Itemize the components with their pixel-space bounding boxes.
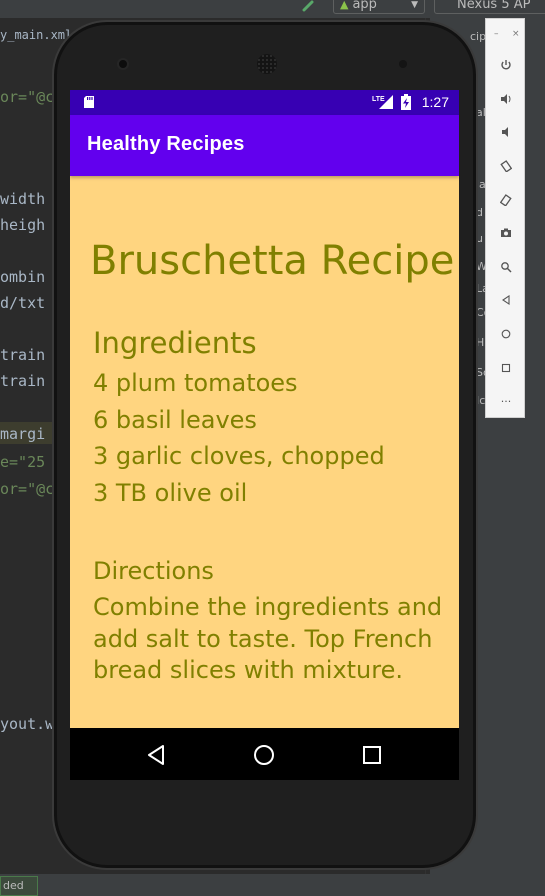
run-configuration-dropdown[interactable]: ▲ app ▼ [333,0,425,14]
android-icon: ▲ [340,0,349,11]
app-bar: Healthy Recipes [70,115,459,176]
device-label: Nexus 5 AP [457,0,531,12]
code-line: width [0,190,46,208]
zoom-button[interactable] [486,255,526,279]
rotate-right-button[interactable] [486,188,526,212]
status-bar: LTE 1:27 [70,90,459,115]
nav-back-icon[interactable] [144,742,170,768]
close-button[interactable]: × [512,29,520,39]
ingredients-heading: Ingredients [93,326,257,360]
volume-up-button[interactable] [486,87,526,111]
device-screen: LTE 1:27 Healthy Recipes Bruschetta Reci… [70,90,459,780]
battery-charging-icon [401,94,411,110]
volume-down-icon [502,127,508,137]
device-dropdown[interactable]: Nexus 5 AP [434,0,545,14]
recipe-title: Bruschetta Recipe [90,238,455,284]
svg-text:LTE: LTE [372,96,385,103]
back-icon [502,294,510,306]
ingredients-list: 4 plum tomatoes 6 basil leaves 3 garlic … [93,369,453,515]
rotate-right-icon [500,194,512,206]
volume-up-icon [501,94,511,104]
code-line: d/txt [0,294,46,312]
front-camera [117,58,129,70]
ingredient-item: 6 basil leaves [93,405,257,434]
ingredient-item: 3 TB olive oil [93,478,248,507]
directions-text: Combine the ingredients and add salt to … [93,593,443,684]
code-line: e="25 [0,453,46,471]
rotate-left-icon [500,160,512,172]
zoom-icon [501,262,512,273]
more-button[interactable]: ··· [486,389,526,413]
lte-signal-icon: LTE [372,95,393,109]
overview-button[interactable] [486,356,526,380]
code-line: margi [0,425,46,443]
back-button[interactable] [486,288,526,312]
ingredient-item: 4 plum tomatoes [93,369,298,397]
home-button[interactable] [486,322,526,346]
home-icon [501,329,511,339]
code-line: train [0,346,46,364]
code-line: or="@c [0,480,55,498]
build-hammer-icon[interactable] [300,0,318,12]
ingredient-item: 3 garlic cloves, chopped [93,442,385,470]
ide-bottom-tab[interactable]: ded [0,876,38,896]
code-line: ombin [0,268,46,286]
nav-overview-icon[interactable] [359,742,385,768]
code-line: yout.w [0,715,55,733]
status-time: 1:27 [421,94,449,110]
directions-heading: Directions [93,557,214,585]
minimize-button[interactable]: – [494,29,499,39]
emulator-toolbar: – × ··· [485,18,525,418]
power-button[interactable] [486,53,526,77]
code-line: or="@c [0,88,55,106]
rotate-left-button[interactable] [486,154,526,178]
code-line: heigh [0,216,46,234]
overview-icon [501,363,511,373]
chevron-down-icon: ▼ [411,0,418,10]
more-icon: ··· [500,394,512,408]
sd-card-icon [84,96,94,108]
code-line: train [0,372,46,390]
earpiece-speaker [257,54,277,74]
navigation-bar [70,728,459,780]
power-icon [501,60,511,70]
nav-home-icon[interactable] [251,742,277,768]
camera-icon [501,228,511,237]
proximity-sensor [399,60,407,68]
app-title: Healthy Recipes [87,133,245,155]
run-config-label: app [352,0,377,12]
screenshot-button[interactable] [486,221,526,245]
ide-status-bar [0,874,545,896]
volume-down-button[interactable] [486,120,526,144]
